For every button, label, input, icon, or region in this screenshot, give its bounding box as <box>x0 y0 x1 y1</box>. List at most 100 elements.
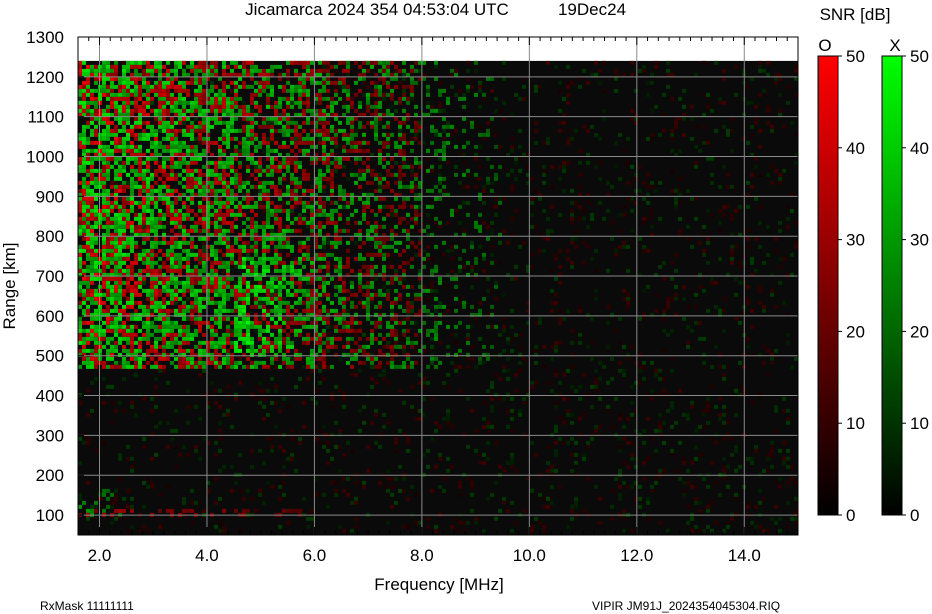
heatmap-cell <box>162 84 166 89</box>
heatmap-cell <box>354 332 358 337</box>
heatmap-cell <box>286 264 290 269</box>
heatmap-cell <box>578 84 582 89</box>
heatmap-cell <box>322 316 326 321</box>
heatmap-cell <box>278 240 282 245</box>
heatmap-cell <box>310 144 314 149</box>
heatmap-cell <box>118 104 122 109</box>
heatmap-cell <box>194 316 198 321</box>
heatmap-cell <box>98 84 102 89</box>
heatmap-cell <box>186 332 190 337</box>
heatmap-cell <box>138 184 142 189</box>
heatmap-cell <box>102 236 106 241</box>
heatmap-cell <box>298 96 302 101</box>
heatmap-cell <box>318 340 322 345</box>
heatmap-cell <box>450 276 454 281</box>
heatmap-cell <box>598 160 602 165</box>
heatmap-cell <box>130 264 134 269</box>
heatmap-cell <box>218 292 222 297</box>
heatmap-cell <box>554 256 558 261</box>
heatmap-cell <box>174 100 178 105</box>
heatmap-cell <box>214 160 218 165</box>
heatmap-cell <box>114 224 118 229</box>
heatmap-cell <box>110 180 114 185</box>
heatmap-cell <box>266 72 270 77</box>
heatmap-cell <box>386 160 390 165</box>
heatmap-cell <box>82 184 86 189</box>
heatmap-cell <box>434 336 438 341</box>
heatmap-cell <box>194 144 198 149</box>
heatmap-cell <box>194 160 198 165</box>
heatmap-cell <box>86 88 90 93</box>
heatmap-cell <box>770 128 774 133</box>
heatmap-cell <box>114 124 118 129</box>
heatmap-cell <box>214 168 218 173</box>
heatmap-cell <box>566 100 570 105</box>
heatmap-cell <box>382 196 386 201</box>
heatmap-cell <box>410 184 414 189</box>
heatmap-cell <box>538 248 542 253</box>
heatmap-cell <box>454 92 458 97</box>
heatmap-cell <box>202 172 206 177</box>
heatmap-cell <box>634 200 638 205</box>
heatmap-cell <box>242 260 246 265</box>
heatmap-cell <box>102 172 106 177</box>
heatmap-cell <box>302 256 306 261</box>
heatmap-cell <box>326 64 330 69</box>
heatmap-cell <box>90 316 94 321</box>
heatmap-cell <box>642 316 646 321</box>
heatmap-cell <box>142 256 146 261</box>
heatmap-cell <box>82 300 86 305</box>
heatmap-cell <box>138 64 142 69</box>
heatmap-cell <box>250 284 254 289</box>
heatmap-cell <box>642 68 646 73</box>
heatmap-cell <box>258 156 262 161</box>
heatmap-cell <box>594 164 598 169</box>
heatmap-cell <box>638 188 642 193</box>
heatmap-cell <box>326 128 330 133</box>
heatmap-cell <box>586 160 590 165</box>
heatmap-cell <box>198 260 202 265</box>
heatmap-cell <box>754 120 758 125</box>
heatmap-cell <box>354 256 358 261</box>
heatmap-cell <box>594 132 598 137</box>
heatmap-cell <box>386 80 390 85</box>
heatmap-cell <box>738 260 742 265</box>
heatmap-cell <box>154 252 158 257</box>
heatmap-cell <box>266 208 270 213</box>
heatmap-cell <box>442 136 446 141</box>
heatmap-cell <box>102 88 106 93</box>
heatmap-cell <box>154 120 158 125</box>
heatmap-cell <box>390 72 394 77</box>
heatmap-cell <box>578 204 582 209</box>
heatmap-cell <box>662 92 666 97</box>
heatmap-cell <box>410 164 414 169</box>
heatmap-cell <box>450 208 454 213</box>
heatmap-cell <box>174 252 178 257</box>
heatmap-cell <box>102 252 106 257</box>
heatmap-cell <box>378 84 382 89</box>
heatmap-cell <box>346 72 350 77</box>
heatmap-cell <box>286 308 290 313</box>
heatmap-cell <box>358 176 362 181</box>
heatmap-cell <box>218 224 222 229</box>
heatmap-cell <box>98 64 102 69</box>
heatmap-cell <box>274 120 278 125</box>
heatmap-cell <box>270 236 274 241</box>
heatmap-cell <box>86 320 90 325</box>
heatmap-cell <box>170 80 174 85</box>
heatmap-cell <box>230 284 234 289</box>
heatmap-cell <box>274 64 278 69</box>
heatmap-cell <box>286 200 290 205</box>
heatmap-cell <box>350 236 354 241</box>
heatmap-cell <box>382 284 386 289</box>
heatmap-cell <box>410 84 414 89</box>
heatmap-cell <box>154 260 158 265</box>
heatmap-cell <box>110 92 114 97</box>
heatmap-cell <box>346 88 350 93</box>
heatmap-cell <box>778 180 782 185</box>
heatmap-cell <box>102 248 106 253</box>
heatmap-cell <box>322 156 326 161</box>
heatmap-cell <box>378 148 382 153</box>
heatmap-cell <box>138 204 142 209</box>
heatmap-cell <box>458 256 462 261</box>
